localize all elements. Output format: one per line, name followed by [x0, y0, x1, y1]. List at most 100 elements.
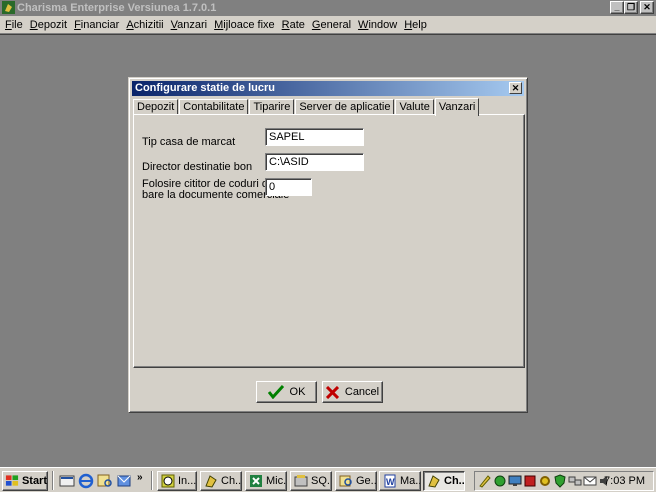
- quicklaunch-more-icon[interactable]: »: [137, 472, 143, 483]
- tab-server-de-aplicatie[interactable]: Server de aplicatie: [295, 99, 395, 115]
- menu-achizitii-mnemonic: A: [126, 18, 134, 31]
- menu-achizitii-label: chizitii: [133, 18, 164, 31]
- word-document-icon: W: [384, 474, 396, 488]
- mail-tray-icon[interactable]: [583, 474, 597, 488]
- pen-tray-icon[interactable]: [478, 474, 492, 488]
- task-label: Ge...: [356, 475, 377, 487]
- search-folder-icon: [339, 475, 352, 487]
- menu-help-mnemonic: H: [404, 18, 413, 31]
- menu-bar: File Depozit Financiar Achizitii Vanzari…: [0, 16, 656, 34]
- task-button-manual[interactable]: W Ma...: [379, 471, 421, 491]
- shield-tray-icon[interactable]: [553, 474, 567, 488]
- menu-general[interactable]: General: [311, 19, 357, 31]
- outlook-icon[interactable]: [116, 473, 132, 489]
- restore-button[interactable]: ❐: [624, 1, 638, 14]
- task-label: Ch...: [221, 475, 242, 487]
- show-desktop-icon[interactable]: [59, 473, 75, 489]
- system-tray: 7:03 PM: [474, 471, 654, 491]
- task-label: Ma...: [400, 475, 420, 487]
- tab-strip: Depozit Contabilitate Tiparire Server de…: [133, 97, 480, 116]
- task-label: Mic...: [266, 475, 287, 487]
- antivirus-tray-icon[interactable]: [523, 474, 537, 488]
- taskbar-separator: [52, 471, 54, 490]
- menu-file-label: ile: [11, 18, 23, 31]
- menu-mijloace-fixe[interactable]: Mijloace fixe: [213, 19, 281, 31]
- menu-financiar[interactable]: Financiar: [73, 19, 125, 31]
- task-button-sql[interactable]: SQ...: [290, 471, 332, 491]
- menu-file-mnemonic: F: [5, 18, 12, 31]
- network-tray-icon[interactable]: [493, 474, 507, 488]
- menu-window-label: indow: [368, 18, 398, 31]
- tip-casa-label: Tip casa de marcat: [142, 136, 236, 148]
- task-button-charisma-1[interactable]: Ch...: [200, 471, 242, 491]
- tab-valute[interactable]: Valute: [395, 99, 434, 115]
- sql-server-icon: [294, 475, 308, 487]
- charisma-app-icon: [205, 475, 217, 488]
- close-button[interactable]: ✕: [640, 1, 654, 14]
- taskbar: Start » In... Ch... Mic... SQ... Ge... W…: [0, 467, 656, 492]
- settings-tray-icon[interactable]: [538, 474, 552, 488]
- menu-mijloace-fixe-mnemonic: M: [214, 18, 224, 31]
- menu-vanzari-label: anzari: [177, 18, 208, 31]
- monitor-tray-icon[interactable]: [508, 474, 522, 488]
- minimize-button[interactable]: _: [610, 1, 624, 14]
- tab-tiparire[interactable]: Tiparire: [249, 99, 295, 115]
- vanzari-tab-panel: Tip casa de marcat SAPEL Director destin…: [133, 114, 525, 368]
- director-bon-label: Director destinatie bon: [142, 161, 253, 173]
- task-button-charisma-active[interactable]: Ch...: [423, 471, 465, 491]
- menu-vanzari[interactable]: Vanzari: [170, 19, 214, 31]
- menu-depozit-mnemonic: D: [29, 18, 38, 31]
- app-title: Charisma Enterprise Versiunea 1.7.0.1: [17, 2, 217, 14]
- dialog-title-bar[interactable]: Configurare statie de lucru ✕: [132, 81, 524, 96]
- menu-help[interactable]: Help: [403, 19, 433, 31]
- task-button-general[interactable]: Ge...: [335, 471, 377, 491]
- tip-casa-input[interactable]: SAPEL: [265, 128, 364, 146]
- cititor-coduri-input[interactable]: 0: [265, 178, 312, 196]
- task-button-microsoft[interactable]: Mic...: [245, 471, 287, 491]
- start-label: Start: [21, 475, 47, 487]
- ok-button[interactable]: OK: [256, 381, 317, 403]
- taskbar-separator: [151, 471, 153, 490]
- dialog-title: Configurare statie de lucru: [135, 82, 275, 94]
- menu-depozit[interactable]: Depozit: [29, 19, 73, 31]
- internet-explorer-icon[interactable]: [78, 473, 94, 489]
- task-label: Ch...: [444, 475, 465, 487]
- menu-financiar-mnemonic: F: [74, 18, 81, 31]
- cancel-button[interactable]: Cancel: [322, 381, 383, 403]
- tab-contabilitate[interactable]: Contabilitate: [179, 99, 249, 115]
- menu-mijloace-fixe-label: ijloace fixe: [223, 18, 275, 31]
- menu-general-label: eneral: [320, 18, 352, 31]
- menu-rate-label: ate: [289, 18, 305, 31]
- task-label: In...: [178, 475, 197, 487]
- menu-file[interactable]: File: [4, 19, 29, 31]
- charisma-app-icon[interactable]: [2, 1, 15, 14]
- app-title-bar: Charisma Enterprise Versiunea 1.7.0.1 _ …: [0, 0, 656, 16]
- tab-depozit[interactable]: Depozit: [133, 99, 179, 115]
- windows-logo-icon: [5, 475, 19, 486]
- tab-vanzari[interactable]: Vanzari: [434, 98, 480, 116]
- network-connection-icon[interactable]: [568, 474, 582, 488]
- start-button[interactable]: Start: [2, 471, 48, 491]
- clock-app-icon: [161, 474, 175, 488]
- menu-rate-mnemonic: R: [281, 18, 290, 31]
- system-clock: 7:03 PM: [604, 475, 645, 487]
- ok-button-label: OK: [289, 386, 306, 398]
- menu-financiar-label: inanciar: [80, 18, 120, 31]
- cancel-button-label: Cancel: [344, 386, 380, 398]
- dialog-close-button[interactable]: ✕: [509, 82, 522, 94]
- menu-window[interactable]: Window: [357, 19, 403, 31]
- menu-help-label: elp: [412, 18, 427, 31]
- director-bon-input[interactable]: C:\ASID: [265, 153, 364, 171]
- menu-depozit-label: epozit: [37, 18, 68, 31]
- menu-window-mnemonic: W: [358, 18, 369, 31]
- task-label: SQ...: [311, 475, 331, 487]
- explorer-icon[interactable]: [97, 473, 113, 489]
- cancel-x-icon: [325, 385, 339, 399]
- svg-text:W: W: [386, 477, 395, 487]
- charisma-app-icon: [428, 475, 440, 488]
- menu-achizitii[interactable]: Achizitii: [125, 19, 169, 31]
- menu-rate[interactable]: Rate: [281, 19, 311, 31]
- configurare-dialog: Configurare statie de lucru ✕ Depozit Co…: [128, 77, 528, 413]
- task-button-in[interactable]: In...: [157, 471, 197, 491]
- excel-icon: [250, 475, 262, 487]
